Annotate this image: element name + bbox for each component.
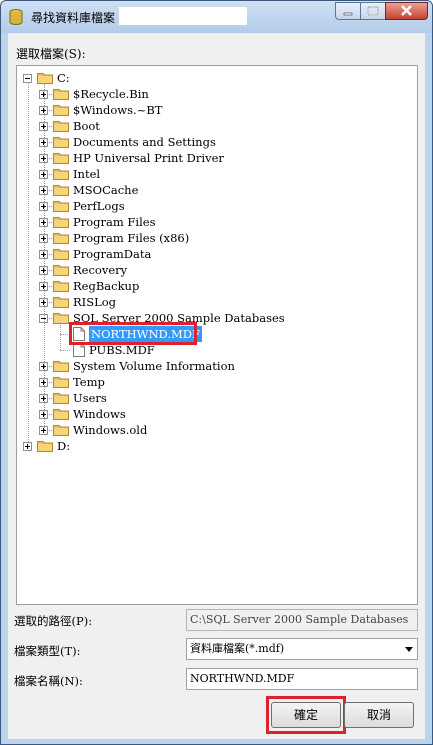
minimize-icon <box>343 12 353 16</box>
tree-item-label: Program Files (x86) <box>73 231 190 245</box>
folder-icon <box>53 265 69 276</box>
folder-icon <box>37 73 53 84</box>
select-file-label: 選取檔案(S): <box>16 47 86 61</box>
tree-item-folder[interactable]: Windows.old <box>17 422 417 438</box>
tree-item-folder[interactable]: Temp <box>17 374 417 390</box>
tree-connector-line <box>28 82 29 442</box>
tree-item-label: Temp <box>73 375 105 389</box>
title-bar: 尋找資料庫檔案 - <box>1 1 432 33</box>
folder-icon <box>53 217 69 228</box>
tree-connector-line <box>60 350 70 351</box>
tree-item-folder[interactable]: PerfLogs <box>17 198 417 214</box>
tree-item-label: RegBackup <box>73 279 140 293</box>
file-name-input[interactable]: NORTHWND.MDF <box>186 668 418 690</box>
find-database-file-dialog: 尋找資料庫檔案 - 選取檔案(S): C: $Recycle.Bin $Window… <box>0 0 433 745</box>
tree-item-label: Windows.old <box>73 423 148 437</box>
file-type-select[interactable]: 資料庫檔案(*.mdf) <box>186 638 418 660</box>
tree-item-label: ProgramData <box>73 247 152 261</box>
tree-item-label: C: <box>57 71 70 85</box>
dialog-body: 選取檔案(S): C: $Recycle.Bin $Windows.~BT Boot D… <box>8 33 425 739</box>
tree-item-folder[interactable]: ProgramData <box>17 246 417 262</box>
tree-item-folder[interactable]: Intel <box>17 166 417 182</box>
cancel-button[interactable]: 取消 <box>344 702 414 728</box>
file-icon <box>73 343 85 357</box>
selected-path-label: 選取的路徑(P): <box>14 614 93 628</box>
tree-item-label: Program Files <box>73 215 156 229</box>
selected-path-field: C:\SQL Server 2000 Sample Databases <box>186 609 418 631</box>
folder-icon <box>53 281 69 292</box>
file-type-value: 資料庫檔案(*.mdf) <box>190 642 285 655</box>
tree-item-label: $Recycle.Bin <box>73 87 149 101</box>
tree-item-folder[interactable]: $Windows.~BT <box>17 102 417 118</box>
expand-toggle[interactable] <box>23 442 32 451</box>
tree-item-label: Users <box>73 391 107 405</box>
chevron-down-icon <box>405 647 413 652</box>
folder-icon <box>53 313 69 324</box>
tree-item-label: Intel <box>73 167 101 181</box>
tree-item-folder[interactable]: Windows <box>17 406 417 422</box>
tree-item-label: MSOCache <box>73 183 139 197</box>
tree-connector-line <box>44 84 45 430</box>
tree-item-label: D: <box>57 439 71 453</box>
tree-item-label: Recovery <box>73 263 128 277</box>
tree-item-folder[interactable]: RISLog <box>17 294 417 310</box>
tree-item-folder[interactable]: Boot <box>17 118 417 134</box>
folder-icon <box>53 89 69 100</box>
folder-icon <box>53 121 69 132</box>
folder-icon <box>53 297 69 308</box>
minimize-button[interactable] <box>335 2 361 20</box>
tree-item-folder[interactable]: Users <box>17 390 417 406</box>
tree-item-label: RISLog <box>73 295 117 309</box>
tree-item-folder[interactable]: MSOCache <box>17 182 417 198</box>
tree-item-label: Windows <box>73 407 126 421</box>
ok-highlight-box <box>266 696 346 734</box>
tree-item-label: System Volume Information <box>73 359 235 373</box>
tree-connector-line <box>60 322 61 350</box>
tree-item-folder[interactable]: Program Files (x86) <box>17 230 417 246</box>
file-name-label: 檔案名稱(N): <box>14 674 83 688</box>
tree-item-drive-c[interactable]: C: <box>17 70 417 86</box>
folder-icon <box>53 249 69 260</box>
tree-item-label: Boot <box>73 119 100 133</box>
selected-file-highlight-box <box>69 322 197 345</box>
close-icon <box>401 5 412 16</box>
tree-item-folder[interactable]: $Recycle.Bin <box>17 86 417 102</box>
folder-icon <box>53 153 69 164</box>
folder-icon <box>53 409 69 420</box>
folder-icon <box>53 393 69 404</box>
maximize-icon <box>367 6 379 16</box>
window-title: 尋找資料庫檔案 - <box>31 11 124 25</box>
tree-item-label: HP Universal Print Driver <box>73 151 224 165</box>
folder-icon <box>53 361 69 372</box>
tree-item-label: PerfLogs <box>73 199 125 213</box>
tree-item-folder[interactable]: Recovery <box>17 262 417 278</box>
folder-icon <box>37 441 53 452</box>
close-button[interactable] <box>385 2 428 20</box>
file-type-label: 檔案類型(T): <box>14 644 81 658</box>
maximize-button[interactable] <box>360 2 386 20</box>
folder-icon <box>53 377 69 388</box>
tree-item-folder[interactable]: Program Files <box>17 214 417 230</box>
tree-item-label: $Windows.~BT <box>73 103 163 117</box>
folder-icon <box>53 169 69 180</box>
tree-item-folder[interactable]: System Volume Information <box>17 358 417 374</box>
database-icon <box>9 9 23 25</box>
title-redaction <box>119 7 247 25</box>
tree-item-folder[interactable]: HP Universal Print Driver <box>17 150 417 166</box>
folder-icon <box>53 233 69 244</box>
folder-icon <box>53 425 69 436</box>
tree-item-folder[interactable]: Documents and Settings <box>17 134 417 150</box>
tree-item-drive-d[interactable]: D: <box>17 438 417 454</box>
folder-icon <box>53 185 69 196</box>
folder-icon <box>53 201 69 212</box>
tree-item-label: Documents and Settings <box>73 135 216 149</box>
folder-icon <box>53 137 69 148</box>
tree-item-folder[interactable]: RegBackup <box>17 278 417 294</box>
file-tree[interactable]: C: $Recycle.Bin $Windows.~BT Boot Documents … <box>16 65 418 605</box>
folder-icon <box>53 105 69 116</box>
